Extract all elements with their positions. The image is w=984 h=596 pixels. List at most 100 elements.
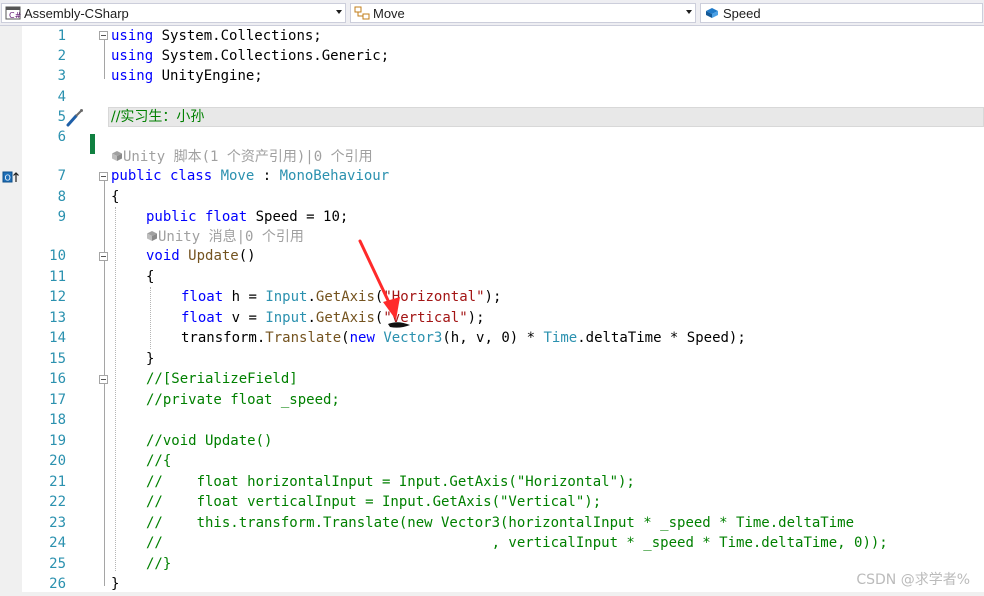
code-text: System.Collections.Generic; [153, 48, 390, 64]
code-line: } [146, 351, 155, 367]
code-line: //void Update() [146, 433, 273, 449]
code-text: . [307, 310, 316, 326]
csharp-project-icon: C# [5, 6, 21, 20]
code-line: using UnityEngine; [111, 66, 263, 86]
code-text: () [238, 248, 256, 264]
method-name: Update [188, 248, 239, 264]
keyword: using [111, 48, 154, 64]
line-number: 18 [49, 412, 66, 428]
line-number: 8 [57, 189, 66, 205]
code-text: transform. [181, 330, 266, 346]
code-text: (h, v, 0) * [442, 330, 544, 346]
quick-actions-screwdriver-icon[interactable] [64, 108, 86, 128]
svg-text:O: O [5, 174, 11, 183]
bottom-border [0, 592, 984, 596]
line-number: 2 [57, 48, 66, 64]
keyword: using [111, 68, 154, 84]
codelens-class-hint[interactable]: Unity 脚本(1 个资产引用)|0 个引用 [111, 147, 373, 167]
code-line: transform.Translate(new Vector3(h, v, 0)… [181, 328, 746, 348]
code-text: . [307, 289, 316, 305]
line-number: 26 [49, 576, 66, 592]
code-line: // , verticalInput * _speed * Time.delta… [146, 535, 888, 551]
code-line: void Update() [146, 246, 256, 266]
keyword: using [111, 28, 154, 44]
line-number: 25 [49, 556, 66, 572]
code-line: float h = Input.GetAxis("Horizontal"); [181, 287, 501, 307]
line-number: 24 [49, 535, 66, 551]
code-text: System.Collections; [153, 28, 322, 44]
line-number: 13 [49, 310, 66, 326]
code-text: ( [341, 330, 350, 346]
glyph-margin: O [0, 26, 22, 596]
codelens-text: Unity 消息|0 个引用 [158, 229, 304, 245]
line-number: 11 [49, 269, 66, 285]
code-text: ); [484, 289, 502, 305]
navigation-bar: C# Assembly-CSharp Move Speed [0, 0, 984, 26]
project-dropdown[interactable]: C# Assembly-CSharp [1, 3, 346, 23]
line-number: 9 [57, 209, 66, 225]
line-number: 6 [57, 129, 66, 145]
code-line: //private float _speed; [146, 392, 340, 408]
class-icon [354, 6, 370, 20]
change-tracking-bar [90, 134, 95, 154]
type-name: MonoBehaviour [279, 168, 390, 184]
code-line: //实习生：小孙 [111, 109, 205, 125]
code-line: //} [146, 556, 172, 572]
line-number: 23 [49, 515, 66, 531]
project-name: Assembly-CSharp [24, 5, 129, 21]
code-text: h = [223, 289, 266, 305]
code-line: } [111, 576, 120, 592]
chevron-down-icon [336, 10, 342, 14]
code-text: : [254, 168, 280, 184]
line-number: 4 [57, 89, 66, 105]
code-line: float v = Input.GetAxis("vertical"); [181, 308, 485, 328]
line-number: 5 [57, 109, 66, 125]
chevron-down-icon [686, 10, 692, 14]
code-line: // float verticalInput = Input.GetAxis("… [146, 494, 602, 510]
code-line: //{ [146, 453, 172, 469]
svg-text:C#: C# [9, 11, 21, 20]
line-number: 16 [49, 371, 66, 387]
keyword: void [146, 248, 180, 264]
code-line: public float Speed = 10; [146, 207, 348, 227]
type-name: Input [265, 289, 308, 305]
code-line: using System.Collections.Generic; [111, 46, 389, 66]
keyword: public float [146, 209, 248, 225]
line-number: 19 [49, 433, 66, 449]
type-name: Move [220, 168, 255, 184]
line-number: 17 [49, 392, 66, 408]
type-name: Time [543, 330, 578, 346]
keyword: float [181, 289, 224, 305]
member-dropdown[interactable]: Speed [700, 3, 983, 23]
code-text: v = [223, 310, 266, 326]
line-number: 14 [49, 330, 66, 346]
line-number: 20 [49, 453, 66, 469]
line-number: 3 [57, 68, 66, 84]
line-number: 7 [57, 168, 66, 184]
code-text: Speed = 10; [247, 209, 349, 225]
code-line: { [146, 269, 155, 285]
code-line: using System.Collections; [111, 26, 322, 46]
codelens-method-hint[interactable]: Unity 消息|0 个引用 [146, 227, 304, 247]
type-name: Move [373, 5, 405, 21]
type-name: Input [265, 310, 308, 326]
code-text: .deltaTime * Speed); [577, 330, 746, 346]
member-name: Speed [723, 5, 761, 21]
method-name: Translate [265, 330, 342, 346]
code-line: //[SerializeField] [146, 371, 298, 387]
code-text: UnityEngine; [153, 68, 263, 84]
line-number: 12 [49, 289, 66, 305]
field-icon [706, 8, 718, 18]
code-line: // float horizontalInput = Input.GetAxis… [146, 474, 635, 490]
line-number: 10 [49, 248, 66, 264]
code-text-area[interactable]: using System.Collections; using System.C… [100, 26, 984, 596]
type-dropdown[interactable]: Move [350, 3, 696, 23]
code-text: ); [467, 310, 485, 326]
code-line: { [111, 189, 120, 205]
code-editor[interactable]: O 1 2 3 4 5 6 7 8 9 10 11 12 13 14 15 16… [0, 26, 984, 596]
keyword: public class [111, 168, 221, 184]
line-number: 22 [49, 494, 66, 510]
implements-override-marker-icon[interactable]: O [2, 170, 22, 184]
line-number: 1 [57, 28, 66, 44]
